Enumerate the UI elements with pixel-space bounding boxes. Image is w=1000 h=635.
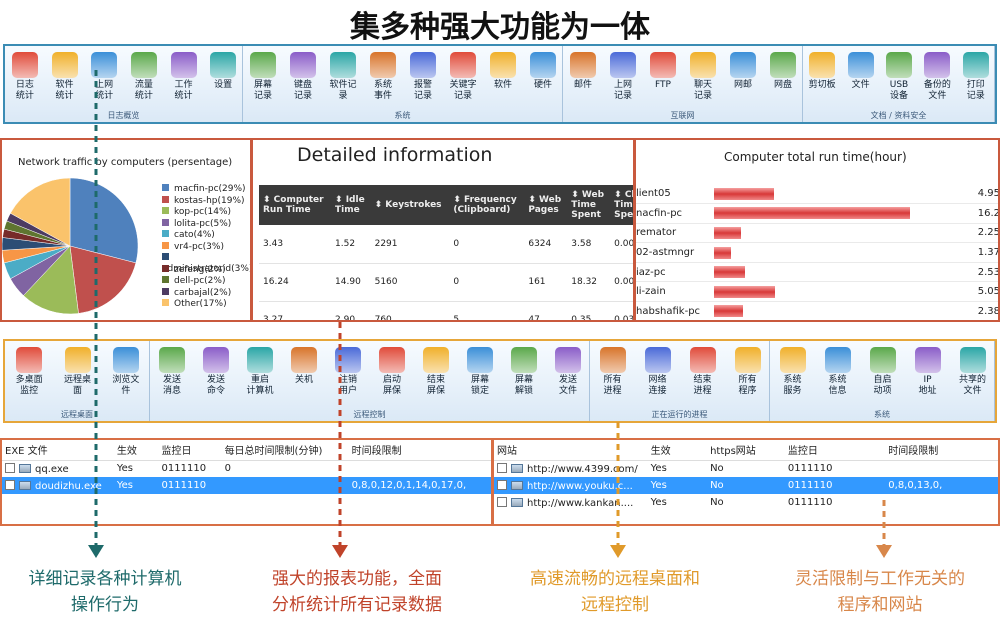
caption-line: 操作行为 [71, 595, 139, 615]
arrows [88, 70, 892, 558]
feature-caption: 详细记录各种计算机 操作行为 [0, 566, 210, 618]
caption-line: 远程控制 [581, 595, 649, 615]
caption-line: 高速流畅的远程桌面和 [530, 569, 700, 589]
caption-line: 灵活限制与工作无关的 [795, 569, 965, 589]
feature-caption: 高速流畅的远程桌面和 远程控制 [500, 566, 730, 618]
caption-line: 程序和网站 [837, 595, 923, 615]
feature-caption: 灵活限制与工作无关的 程序和网站 [760, 566, 1000, 618]
feature-caption: 强大的报表功能，全面 分析统计所有记录数据 [232, 566, 482, 618]
caption-line: 分析统计所有记录数据 [272, 595, 442, 615]
caption-line: 详细记录各种计算机 [28, 569, 182, 589]
caption-line: 强大的报表功能，全面 [272, 569, 442, 589]
